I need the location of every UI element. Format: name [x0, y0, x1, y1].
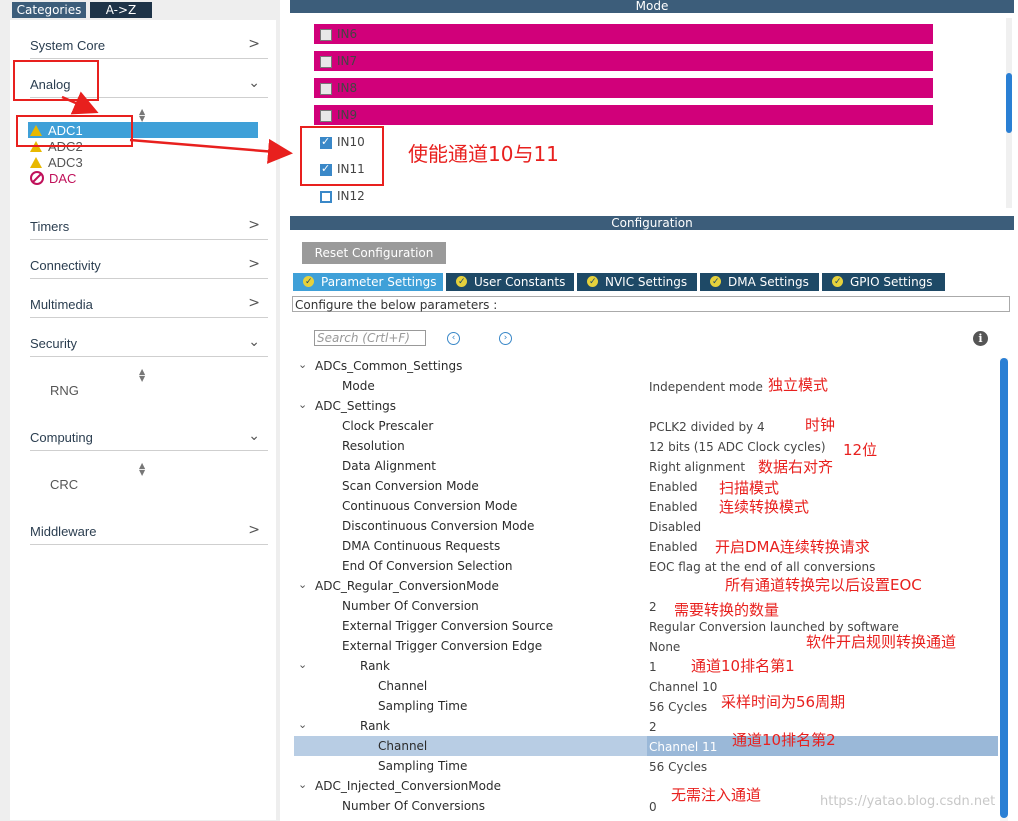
annotation-sample: 采样时间为56周期 [721, 693, 846, 711]
annotation-bits: 12位 [843, 441, 878, 459]
annotation-software: 软件开启规则转换通道 [806, 633, 957, 651]
annotation-clock: 时钟 [805, 416, 836, 434]
annotation-enable-channels: 使能通道10与11 [408, 142, 559, 166]
annotation-no-inject: 无需注入通道 [671, 786, 762, 804]
annotation-num-conv: 需要转换的数量 [674, 601, 780, 619]
annotation-arrows [61, 91, 293, 164]
annotation-arrow [129, 138, 293, 164]
annotation-dma: 开启DMA连续转换请求 [715, 538, 870, 556]
annotation-eoc: 所有通道转换完以后设置EOC [725, 576, 922, 594]
annotation-rank1: 通道10排名第1 [691, 657, 795, 675]
annotation-arrow [61, 91, 99, 115]
annotation-right-align: 数据右对齐 [758, 458, 834, 476]
annotation-independent: 独立模式 [768, 376, 829, 394]
annotation-scan: 扫描模式 [719, 479, 780, 497]
annotation-rank2: 通道10排名第2 [732, 731, 836, 749]
watermark: https://yatao.blog.csdn.net [820, 794, 996, 809]
annotation-continuous: 连续转换模式 [719, 498, 810, 516]
